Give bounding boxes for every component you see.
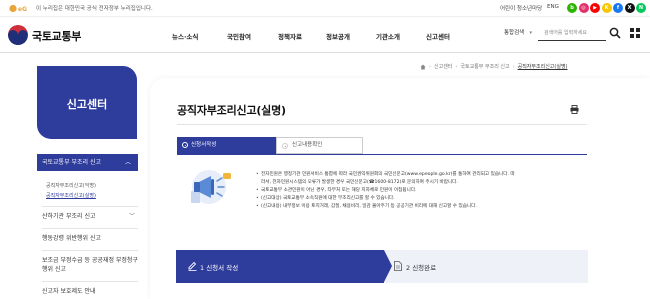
facebook-icon[interactable]: f: [613, 3, 623, 13]
gnb-about[interactable]: 기관소개: [376, 31, 400, 41]
tab-underline: [177, 154, 587, 155]
chevron-up-icon: ︿: [124, 159, 131, 166]
gnb-disclosure[interactable]: 정보공개: [326, 31, 350, 41]
title-divider: [177, 124, 587, 125]
gnb-report-center[interactable]: 신고센터: [426, 31, 450, 41]
blog-icon[interactable]: b: [567, 3, 577, 13]
page-title: 공직자부조리신고(실명): [177, 104, 286, 117]
gov-notice-text: 이 누리집은 대한민국 공식 전자정부 누리집입니다.: [36, 6, 153, 12]
sidebar-subitem-anonymous[interactable]: 공직자부조리신고(익명): [46, 182, 96, 189]
sidebar-item-label: 산하기관 부조리 신고: [42, 213, 96, 220]
pencil-icon: [188, 261, 197, 271]
taegeuk-logo-icon[interactable]: [8, 25, 28, 45]
step-1-label: 1 신청서 작성: [200, 264, 239, 272]
sidebar-item-conduct[interactable]: 행동강령 위반행위 신고: [42, 228, 138, 244]
sidebar-item-active-group[interactable]: 국토교통부 부조리 신고 ︿: [37, 154, 138, 171]
sidebar-item-label: 국토교통부 부조리 신고: [42, 159, 102, 166]
notice-item: 전자민원은 행정기관 민원서비스 통합에 따라 국민권익위원회의 국민신문고(w…: [256, 171, 591, 187]
breadcrumb-separator: ›: [429, 63, 431, 70]
tab-label: 신고내용확인: [292, 142, 323, 148]
x-icon[interactable]: X: [624, 3, 635, 13]
sidebar-subitem-realname[interactable]: 공직자부조리신고(실명): [46, 192, 96, 199]
sidebar-item-protection[interactable]: 신고자 보호제도 안내: [42, 281, 138, 297]
instagram-icon[interactable]: ◎: [578, 3, 589, 13]
sidebar-item-label: 신고자 보호제도 안내: [42, 288, 96, 295]
print-icon[interactable]: [570, 105, 579, 114]
site-header: 국토교통부 뉴스·소식 국민참여 정책자료 정보공개 기관소개 신고센터 통합검…: [0, 17, 650, 53]
eng-link[interactable]: ENG: [547, 4, 559, 10]
step-2-label: 2 신청완료: [406, 264, 437, 272]
breadcrumb-separator: ›: [512, 63, 515, 70]
gnb-news[interactable]: 뉴스·소식: [172, 31, 198, 41]
logo-text[interactable]: 국토교통부: [32, 28, 81, 44]
breadcrumb-item[interactable]: 국토교통부 부조리 신고: [460, 63, 509, 70]
notice-item: (신고내용) 내부정보 이용 토지거래, 갑질, 채용비리, 일감 몰아주기 등…: [256, 203, 591, 211]
gov-mark-icon: eG: [9, 4, 27, 13]
gov-notice-bar: eG 이 누리집은 대한민국 공식 전자정부 누리집입니다. 어린이 청소년마당…: [0, 0, 650, 17]
search-icon[interactable]: [609, 27, 621, 39]
gnb-policy[interactable]: 정책자료: [278, 31, 302, 41]
notice-item: (신고대상) 국토교통부 소속직원에 대한 부조리신고를 할 수 있습니다.: [256, 195, 591, 203]
step-arrow: [384, 250, 392, 282]
all-menu-icon[interactable]: [630, 28, 640, 38]
naver-icon[interactable]: N: [636, 3, 646, 13]
breadcrumb-item[interactable]: 신고센터: [434, 63, 452, 70]
document-icon: [394, 261, 402, 271]
home-icon[interactable]: [420, 64, 426, 70]
breadcrumb-current[interactable]: 공직자부조리신고(실명): [518, 63, 568, 70]
kakao-icon[interactable]: K: [601, 3, 612, 13]
sidebar-item-label: 보조금 부정수급 등 공공재정 부정청구행위 신고: [42, 257, 138, 273]
sidebar-item-affiliate[interactable]: 산하기관 부조리 신고 ﹀: [42, 206, 138, 222]
notice-list: 전자민원은 행정기관 민원서비스 통합에 따라 국민권익위원회의 국민신문고(w…: [256, 171, 591, 211]
tab-check-report[interactable]: 신고내용확인: [276, 137, 363, 154]
step-indicator: 1 신청서 작성 2 신청완료: [176, 250, 588, 283]
search-category-select[interactable]: 통합검색: [500, 26, 534, 41]
youtube-icon[interactable]: ▶: [590, 3, 600, 13]
sidebar-item-subsidy[interactable]: 보조금 부정수급 등 공공재정 부정청구행위 신고: [42, 250, 138, 274]
radio-dot-icon: [182, 142, 188, 148]
search-input[interactable]: 검색어를 입력하세요: [538, 26, 606, 41]
tab-write-form[interactable]: 신청서작성: [177, 137, 276, 154]
breadcrumb-separator: ›: [455, 63, 458, 70]
megaphone-illustration-icon: [191, 170, 231, 204]
sidebar-title: 신고센터: [66, 98, 108, 111]
sidebar-title-box: 신고센터: [37, 66, 137, 139]
notice-item: 국토교통부 소관민원이 아닌 경우, 타부처 또는 해당 지자체로 민원이 이첩…: [256, 187, 591, 195]
kids-link[interactable]: 어린이 청소년마당: [500, 4, 542, 12]
svg-text:eG: eG: [18, 6, 27, 13]
gnb-participation[interactable]: 국민참여: [227, 31, 251, 41]
sidebar-item-label: 행동강령 위반행위 신고: [42, 235, 102, 242]
breadcrumb: › 신고센터 › 국토교통부 부조리 신고 › 공직자부조리신고(실명): [420, 63, 568, 70]
tab-label: 신청서작성: [191, 142, 217, 148]
radio-dot-icon: [282, 143, 288, 149]
chevron-down-icon: ﹀: [128, 213, 135, 220]
